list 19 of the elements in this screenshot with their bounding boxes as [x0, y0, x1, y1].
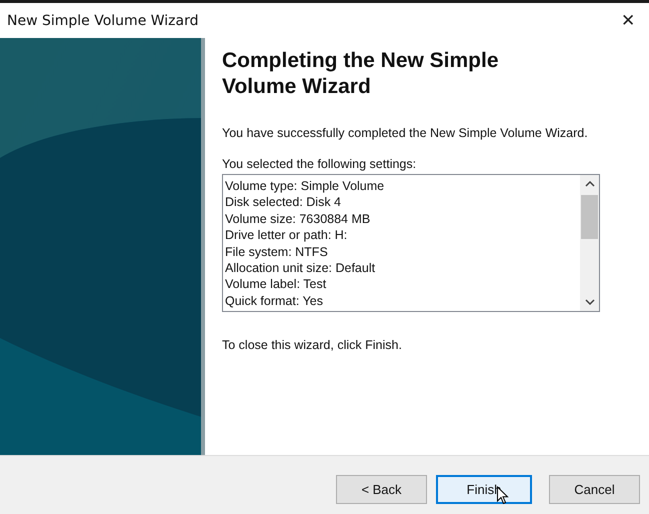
scroll-up-icon[interactable]	[584, 181, 594, 187]
window-title: New Simple Volume Wizard	[7, 12, 199, 28]
instruction-text: To close this wizard, click Finish.	[222, 338, 403, 352]
settings-line: Drive letter or path: H:	[225, 227, 348, 244]
settings-line: Quick format: Yes	[225, 292, 324, 310]
scroll-down-icon[interactable]	[584, 299, 594, 305]
settings-line: Volume label: Test	[225, 276, 328, 293]
wizard-heading: Completing the New Simple Volume Wizard	[222, 48, 500, 100]
wizard-button[interactable]: Cancel	[549, 474, 640, 504]
wizard-button[interactable]: < Back	[336, 474, 427, 504]
close-button[interactable]: ✕	[605, 4, 649, 38]
settings-line: Volume size: 7630884 MB	[225, 210, 372, 228]
settings-line: Disk selected: Disk 4	[225, 194, 342, 211]
scrollbar[interactable]	[580, 175, 599, 311]
settings-line: File system: NTFS	[225, 244, 329, 260]
settings-label: You selected the following settings:	[222, 157, 418, 171]
settings-line: Volume type: Simple Volume	[225, 178, 386, 194]
message-text: You have successfully completed the New Simple Volume Wizard.	[222, 125, 589, 142]
settings-line: Allocation unit size: Default	[225, 260, 376, 276]
